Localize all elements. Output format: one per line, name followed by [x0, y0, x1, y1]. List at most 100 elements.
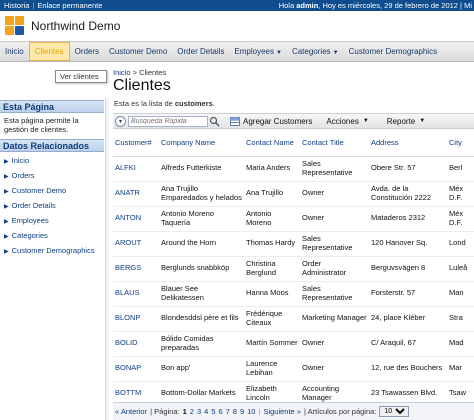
history-link[interactable]: Historia [4, 1, 29, 10]
report-label: Reporte [386, 116, 416, 126]
menu-item-customer-demo[interactable]: Customer Demo [104, 42, 172, 61]
sidebar-item-inicio[interactable]: ▶ Inicio [4, 154, 104, 169]
user-name[interactable]: admin [296, 1, 318, 10]
sidebar-item-employees[interactable]: ▶ Employees [4, 214, 104, 229]
menu-item-orders[interactable]: Orders [70, 42, 104, 61]
quick-search-input[interactable] [128, 115, 208, 127]
triangle-right-icon: ▶ [4, 234, 9, 240]
desc-prefix: Esta es la lista de [114, 99, 175, 108]
table-row[interactable]: BONAP Bon app' Laurence Lebihan Owner 12, ru… [113, 356, 474, 382]
pager-page-link[interactable]: 7 [226, 407, 230, 416]
pager-page-link[interactable]: 2 [190, 407, 194, 416]
pager-page-link[interactable]: 4 [204, 407, 208, 416]
cell-company-name: Blauer See Delikatessen [159, 281, 244, 307]
cell-company-name: Ana Trujillo Emparedados y helados [159, 181, 244, 207]
cell-company-name: Bólido Comidas preparadas [159, 331, 244, 357]
permalink-link[interactable]: Enlace permanente [37, 1, 102, 10]
table-row[interactable]: BLONP Blondesddsl père et fils Frédérique … [113, 306, 474, 332]
menu-item-order-details[interactable]: Order Details [172, 42, 229, 61]
breadcrumb-home-link[interactable]: Inicio [113, 68, 131, 77]
cell-contact-name: Laurence Lebihan [244, 356, 300, 382]
table-row[interactable]: BLAUS Blauer See Delikatessen Hanna Moos Sa… [113, 281, 474, 307]
table-row[interactable]: ANATR Ana Trujillo Emparedados y helados A… [113, 181, 474, 207]
menu-item-inicio[interactable]: Inicio [0, 42, 29, 61]
separator: | [32, 1, 35, 10]
table-row[interactable]: ALFKI Alfreds Futterkiste Maria Anders Sale… [113, 156, 474, 182]
menu-item-customer-demographics[interactable]: Customer Demographics [344, 42, 442, 61]
report-menu[interactable]: Reporte ▼ [387, 117, 425, 126]
pager-page-link[interactable]: 9 [240, 407, 244, 416]
cell-address: C/ Araquil, 67 [369, 331, 447, 357]
cell-contact-title: Sales Representative [300, 231, 369, 257]
pager-previous[interactable]: « Anterior [115, 407, 147, 416]
cell-city: Luleå [447, 256, 474, 282]
cell-customer-id[interactable]: ALFKI [113, 156, 159, 182]
sidebar-item-customer-demographics[interactable]: ▶ Customer Demographics [4, 244, 104, 259]
related-list: ▶ Inicio ▶ Orders ▶ Customer Demo ▶ Order De… [0, 152, 104, 259]
cell-customer-id[interactable]: BERGS [113, 256, 159, 282]
cell-contact-title: Owner [300, 331, 369, 357]
triangle-right-icon: ▶ [4, 249, 9, 255]
top-bar: Historia | Enlace permanente Hola admin,… [0, 0, 474, 11]
table-row[interactable]: BOLID Bólido Comidas preparadas Martín Som… [113, 331, 474, 357]
sidebar-item-customer-demo[interactable]: ▶ Customer Demo [4, 184, 104, 199]
cell-customer-id[interactable]: ANATR [113, 181, 159, 207]
cell-city: Mar [447, 356, 474, 382]
main-menu: Inicio Clientes Orders Customer Demo Ord… [0, 41, 474, 62]
cell-customer-id[interactable]: BONAP [113, 356, 159, 382]
pager-page-link[interactable]: 6 [218, 407, 222, 416]
actions-menu[interactable]: Acciones ▼ [326, 117, 368, 126]
cell-customer-id[interactable]: AROUT [113, 231, 159, 257]
cell-customer-id[interactable]: BLAUS [113, 281, 159, 307]
column-header-company-name[interactable]: Company Name [159, 131, 244, 157]
cell-company-name: Antonio Moreno Taquería [159, 206, 244, 232]
sidebar-item-categories[interactable]: ▶ Categories [4, 229, 104, 244]
add-customer-button[interactable]: Agregar Customers [230, 116, 312, 126]
cell-customer-id[interactable]: BLONP [113, 306, 159, 332]
column-header-address[interactable]: Address [369, 131, 447, 157]
table-row[interactable]: ANTON Antonio Moreno Taquería Antonio More… [113, 206, 474, 232]
menu-tooltip: Ver clientes [55, 70, 107, 83]
pager-page-link[interactable]: 10 [247, 407, 255, 416]
cell-company-name: Blondesddsl père et fils [159, 306, 244, 332]
table-row[interactable]: AROUT Around the Horn Thomas Hardy Sales Re… [113, 231, 474, 257]
cell-address: 120 Hanover Sq. [369, 231, 447, 257]
pager-page-label: | Página: [150, 407, 180, 416]
cell-address: Avda. de la Constitución 2222 [369, 181, 447, 207]
customers-grid: Customer# Company Name Contact Name Cont… [113, 131, 474, 407]
column-header-customer-id[interactable]: Customer# [113, 131, 159, 157]
grid-header-row: Customer# Company Name Contact Name Cont… [113, 131, 474, 157]
cell-city: Berl [447, 156, 474, 182]
app-logo-icon [5, 16, 25, 36]
menu-item-categories[interactable]: Categories ▼ [287, 42, 344, 61]
table-row[interactable]: BERGS Berglunds snabbköp Christina Berglun… [113, 256, 474, 282]
sidebar-splitter[interactable] [105, 98, 109, 420]
cell-customer-id[interactable]: ANTON [113, 206, 159, 232]
pager-separator: | [258, 407, 261, 416]
column-header-contact-title[interactable]: Contact Title [300, 131, 369, 157]
column-header-city[interactable]: City [447, 131, 474, 157]
menu-item-employees[interactable]: Employees ▼ [229, 42, 287, 61]
sidebar-item-order-details[interactable]: ▶ Order Details [4, 199, 104, 214]
grid-body: ALFKI Alfreds Futterkiste Maria Anders Sale… [113, 156, 474, 407]
app-header: Northwind Demo [0, 11, 474, 41]
triangle-right-icon: ▶ [4, 204, 9, 210]
cell-city: Stra [447, 306, 474, 332]
per-page-select[interactable]: 10 [379, 406, 410, 417]
sidebar-item-orders[interactable]: ▶ Orders [4, 169, 104, 184]
pager-page-link[interactable]: 1 [183, 407, 187, 416]
pager-page-link[interactable]: 3 [197, 407, 201, 416]
cell-address: Berguvsvägen 8 [369, 256, 447, 282]
cell-contact-title: Owner [300, 181, 369, 207]
quick-search: ▾ [115, 115, 220, 127]
pager-next[interactable]: Siguiente » [263, 407, 301, 416]
cell-customer-id[interactable]: BOLID [113, 331, 159, 357]
cell-contact-title: Owner [300, 356, 369, 382]
pager-page-link[interactable]: 8 [233, 407, 237, 416]
search-options-icon[interactable]: ▾ [115, 115, 126, 127]
pager-page-link[interactable]: 5 [211, 407, 215, 416]
column-header-contact-name[interactable]: Contact Name [244, 131, 300, 157]
menu-item-clientes[interactable]: Clientes [28, 42, 70, 61]
chevron-down-icon: ▼ [276, 50, 282, 56]
search-icon[interactable] [209, 116, 220, 127]
